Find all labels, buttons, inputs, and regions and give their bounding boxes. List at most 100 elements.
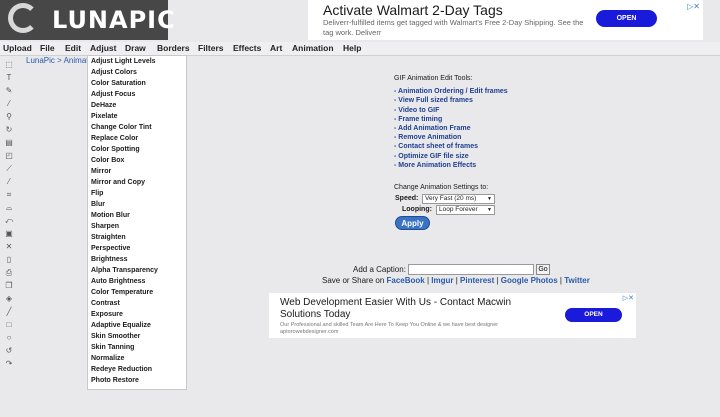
ad-choices-icon[interactable]: ▷✕ [623,294,634,302]
menu-effects[interactable]: Effects [233,43,261,53]
animation-link[interactable]: - Animation Ordering / Edit frames [394,87,508,96]
menu-item[interactable]: Adjust Focus [91,91,135,98]
caption-input[interactable] [408,264,534,275]
menu-edit[interactable]: Edit [65,43,81,53]
line-icon[interactable]: ╱ [4,307,14,316]
menu-item[interactable]: Perspective [91,245,130,252]
menu-art[interactable]: Art [270,43,282,53]
crop-icon[interactable]: ⌗ [4,190,14,199]
text-icon[interactable]: T [4,73,14,82]
menu-animation[interactable]: Animation [292,43,334,53]
bottom-ad-banner[interactable]: Web Development Easier With Us - Contact… [269,293,636,338]
rectangle-icon[interactable]: □ [4,320,14,329]
animation-link[interactable]: - View Full sized frames [394,96,508,105]
print-icon[interactable]: ⎙ [4,268,14,277]
menu-item[interactable]: Auto Brightness [91,278,145,285]
menu-item[interactable]: Flip [91,190,103,197]
menu-item[interactable]: Mirror [91,168,111,175]
menu-item[interactable]: Normalize [91,355,124,362]
menu-item[interactable]: Color Saturation [91,80,146,87]
animation-link[interactable]: - Contact sheet of frames [394,142,508,151]
menu-borders[interactable]: Borders [157,43,190,53]
looping-label: Looping: [402,206,432,213]
animation-tools-panel: GIF Animation Edit Tools: - Animation Or… [394,74,508,170]
menu-item[interactable]: DeHaze [91,102,116,109]
menu-item[interactable]: Exposure [91,311,123,318]
animation-link[interactable]: - Remove Animation [394,133,508,142]
menu-item[interactable]: Redeye Reduction [91,366,152,373]
go-button[interactable]: Go [536,264,550,275]
undo-icon[interactable]: ⤺ [4,216,14,225]
speed-select[interactable]: Very Fast (20 ms) ▼ [422,194,495,204]
animation-link[interactable]: - Add Animation Frame [394,124,508,133]
animation-link[interactable]: - Optimize GIF file size [394,152,508,161]
circle-icon[interactable]: ○ [4,333,14,342]
menu-item[interactable]: Motion Blur [91,212,130,219]
menu-item[interactable]: Alpha Transparency [91,267,158,274]
looping-select[interactable]: Loop Forever ▼ [436,205,495,215]
menu-item[interactable]: Replace Color [91,135,138,142]
pen-icon[interactable]: ⁄ [4,177,14,186]
refresh-icon[interactable]: ↺ [4,346,14,355]
fill-icon[interactable]: ▤ [4,138,14,147]
menu-item[interactable]: Mirror and Copy [91,179,145,186]
top-ad-subtitle: Deliverr-fulfilled items get tagged with… [323,18,584,37]
menu-item[interactable]: Photo Restore [91,377,139,384]
apply-button[interactable]: Apply [395,216,430,230]
menu-item[interactable]: Color Box [91,157,124,164]
rotate-icon[interactable]: ↻ [4,125,14,134]
menu-item[interactable]: Straighten [91,234,126,241]
menu-filters[interactable]: Filters [198,43,224,53]
menu-item[interactable]: Skin Smoother [91,333,140,340]
animation-link[interactable]: - More Animation Effects [394,161,508,170]
paint-icon[interactable]: ⌓ [4,203,14,212]
breadcrumb[interactable]: LunaPic > Animat [26,56,88,65]
menu-upload[interactable]: Upload [3,43,32,53]
speed-label: Speed: [395,195,419,202]
share-facebook-link[interactable]: FaceBook [387,276,425,285]
share-twitter-link[interactable]: Twitter [564,276,590,285]
caption-label: Add a Caption: [353,265,406,274]
menu-item[interactable]: Skin Tanning [91,344,134,351]
menu-adjust[interactable]: Adjust [90,43,116,53]
menu-item[interactable]: Contrast [91,300,120,307]
menu-item[interactable]: Pixelate [91,113,117,120]
menu-item[interactable]: Blur [91,201,105,208]
top-ad-banner[interactable]: Activate Walmart 2-Day Tags Deliverr-ful… [308,0,703,40]
ad-choices-icon[interactable]: ▷✕ [687,2,700,11]
share-imgur-link[interactable]: Imgur [431,276,453,285]
zoom-icon[interactable]: ⚲ [4,112,14,121]
copy-icon[interactable]: ❐ [4,281,14,290]
eraser-icon[interactable]: ◰ [4,151,14,160]
new-icon[interactable]: ▯ [4,255,14,264]
menu-item[interactable]: Color Spotting [91,146,140,153]
menu-item[interactable]: Sharpen [91,223,119,230]
top-ad-title[interactable]: Activate Walmart 2-Day Tags [323,2,503,18]
animation-link[interactable]: - Video to GIF [394,106,508,115]
animation-link[interactable]: - Frame timing [394,115,508,124]
top-ad-open-button[interactable]: OPEN [596,10,657,27]
eyedropper-icon[interactable]: ⟋ [4,164,14,173]
menu-item[interactable]: Adjust Light Levels [91,58,156,65]
bottom-ad-open-button[interactable]: OPEN [565,308,622,322]
cut-icon[interactable]: ✕ [4,242,14,251]
share-prefix: Save or Share on [322,276,385,285]
menu-item[interactable]: Change Color Tint [91,124,152,131]
select-icon[interactable]: ⬚ [4,60,14,69]
redo-icon[interactable]: ↷ [4,359,14,368]
brush-icon[interactable]: ⁄ [4,99,14,108]
menu-item[interactable]: Adaptive Equalize [91,322,151,329]
menu-help[interactable]: Help [343,43,361,53]
menu-item[interactable]: Adjust Colors [91,69,137,76]
menu-draw[interactable]: Draw [125,43,146,53]
pencil-icon[interactable]: ✎ [4,86,14,95]
menu-file[interactable]: File [40,43,55,53]
bottom-ad-title[interactable]: Web Development Easier With Us - Contact… [280,297,540,321]
share-pinterest-link[interactable]: Pinterest [460,276,494,285]
menu-item[interactable]: Color Temperature [91,289,153,296]
menu-item[interactable]: Brightness [91,256,128,263]
layers-icon[interactable]: ◈ [4,294,14,303]
save-icon[interactable]: ▣ [4,229,14,238]
lunapic-logo[interactable]: LUNAPIC [0,0,175,40]
share-google-photos-link[interactable]: Google Photos [501,276,558,285]
